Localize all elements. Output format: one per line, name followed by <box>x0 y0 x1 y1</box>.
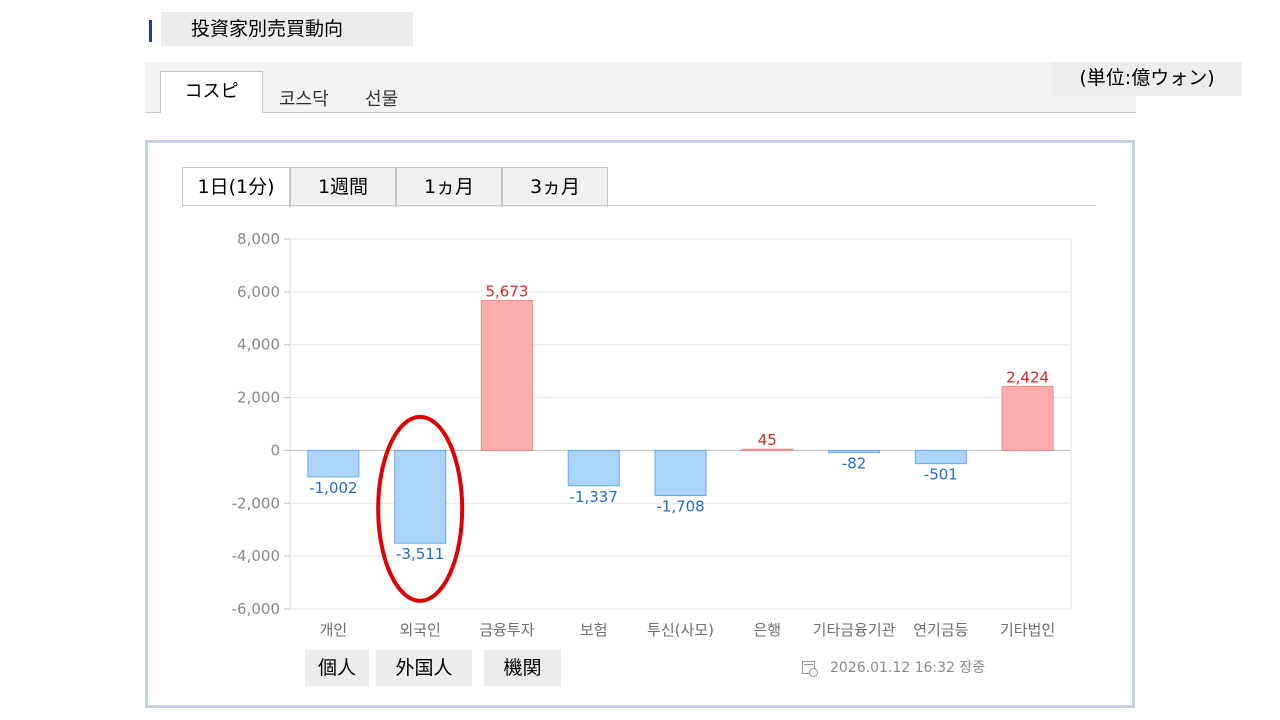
investor-label-foreign: 外国人 <box>376 650 472 686</box>
bar-value-label: -501 <box>924 466 958 484</box>
bar <box>307 449 360 478</box>
bar <box>1001 385 1054 451</box>
x-category-label: 기타법인 <box>1000 621 1055 639</box>
x-category-label: 기타금융기관 <box>813 621 896 639</box>
x-category-label: 보험 <box>580 621 608 639</box>
bar-value-label: 5,673 <box>485 282 528 300</box>
bar <box>828 449 881 454</box>
bar-value-label: -3,511 <box>396 545 444 563</box>
y-tick-label: 0 <box>270 441 280 459</box>
bar-value-label: -1,708 <box>656 498 704 516</box>
x-category-label: 연기금등 <box>913 621 968 639</box>
bar-value-label: 45 <box>758 431 777 449</box>
bar <box>741 448 794 451</box>
timestamp: 2026.01.12 16:32 장중 <box>830 660 986 676</box>
bar <box>654 449 707 497</box>
investor-bar-chart: 8,000 6,000 4,000 2,000 0 -2,000 -4,000 -6,000 -… <box>232 230 1072 639</box>
y-tick-label: 2,000 <box>237 389 280 407</box>
x-category-label: 외국인 <box>399 621 440 639</box>
x-category-label: 은행 <box>753 621 781 639</box>
bar-value-label: -1,337 <box>570 488 618 506</box>
y-tick-label: -2,000 <box>232 494 280 512</box>
x-category-label: 금융투자 <box>479 621 534 639</box>
bar-value-label: -1,002 <box>309 479 357 497</box>
investor-label-institution: 機関 <box>484 650 561 686</box>
calendar-clock-icon <box>802 661 818 677</box>
y-tick-label: -6,000 <box>232 600 280 618</box>
y-tick-label: -4,000 <box>232 547 280 565</box>
x-category-label: 개인 <box>320 621 348 639</box>
x-category-label: 투신(사모) <box>647 621 714 639</box>
bar <box>480 299 533 451</box>
bar <box>567 449 620 487</box>
y-tick-label: 4,000 <box>237 336 280 354</box>
bar <box>914 449 967 465</box>
bar-value-label: -82 <box>842 455 867 473</box>
y-tick-label: 6,000 <box>237 283 280 301</box>
investor-label-individual: 個人 <box>305 650 369 686</box>
bar-value-label: 2,424 <box>1006 368 1049 386</box>
bar <box>394 449 447 544</box>
y-tick-label: 8,000 <box>237 230 280 248</box>
